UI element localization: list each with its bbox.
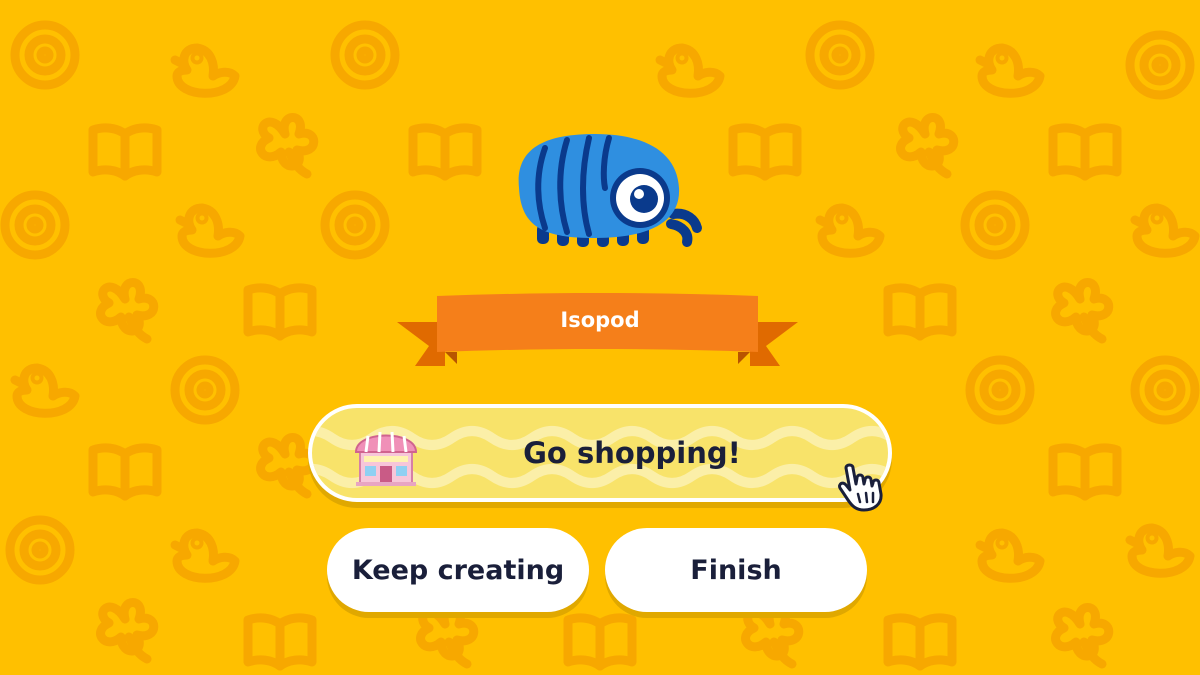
isopod-icon [518, 134, 702, 247]
hand-cursor-icon [838, 463, 883, 512]
keep-creating-label: Keep creating [351, 554, 565, 586]
go-shopping-label: Go shopping! [523, 436, 741, 470]
finish-button[interactable]: Finish [605, 528, 867, 612]
creature-name: Isopod [560, 308, 640, 332]
keep-creating-button[interactable]: Keep creating [327, 528, 589, 612]
finish-label: Finish [690, 554, 782, 586]
go-shopping-button[interactable]: Go shopping! [308, 404, 892, 502]
shop-building-icon [354, 431, 418, 486]
